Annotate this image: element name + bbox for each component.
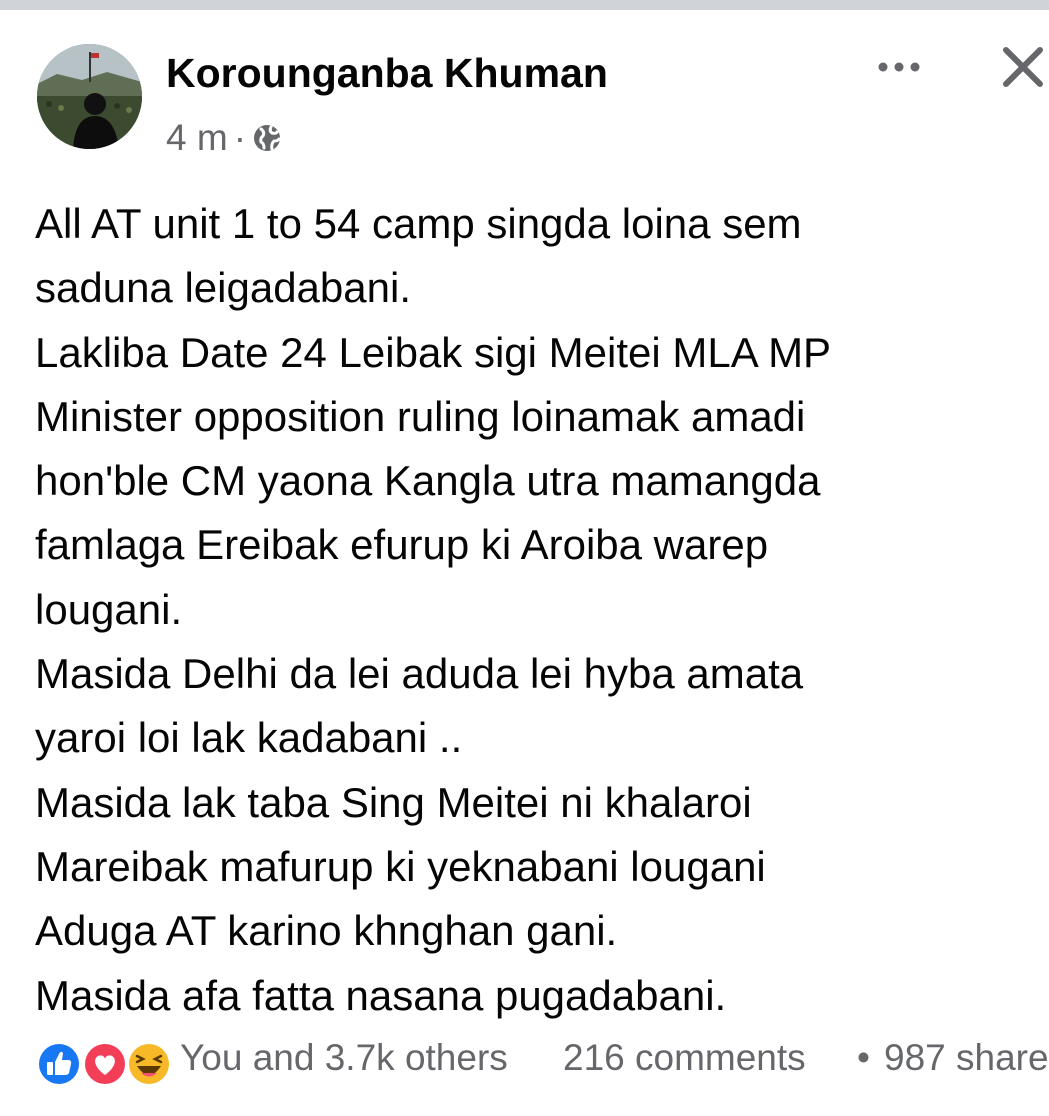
close-button[interactable] xyxy=(1000,44,1046,90)
footer-bullet: • xyxy=(857,1037,870,1078)
post-line: famlaga Ereibak efurup ki Aroiba warep xyxy=(35,521,769,569)
post-line: Minister opposition ruling loinamak amad… xyxy=(35,392,806,440)
ellipsis-icon xyxy=(878,62,920,72)
avatar[interactable] xyxy=(37,44,142,149)
reactors-text[interactable]: You and 3.7k others xyxy=(180,1034,508,1082)
author-name[interactable]: Korounganba Khuman xyxy=(166,50,608,97)
post-time[interactable]: 4 m xyxy=(166,117,228,159)
globe-icon xyxy=(252,123,282,153)
post-line: Masida Delhi da lei aduda lei hyba amata xyxy=(35,650,804,698)
love-icon xyxy=(83,1042,127,1086)
post-line: Mareibak mafurup ki yeknabani lougani xyxy=(35,842,766,890)
post-body: All AT unit 1 to 54 camp singda loina se… xyxy=(35,192,1035,1028)
haha-icon xyxy=(127,1042,171,1086)
reactions-summary[interactable] xyxy=(33,1040,173,1088)
more-options-button[interactable] xyxy=(876,54,922,80)
like-icon xyxy=(37,1042,81,1086)
post-meta: 4 m · xyxy=(166,117,282,159)
comments-count[interactable]: 216 comments xyxy=(563,1034,806,1082)
post-line: Masida lak taba Sing Meitei ni khalaroi xyxy=(35,778,752,826)
post-line: yaroi loi lak kadabani .. xyxy=(35,714,463,762)
close-icon xyxy=(1003,47,1043,87)
top-divider xyxy=(0,0,1049,10)
meta-separator: · xyxy=(233,117,247,158)
post-footer: You and 3.7k others 216 comments • 987 s… xyxy=(0,1030,1049,1094)
post-line: Masida afa fatta nasana pugadabani. xyxy=(35,971,727,1019)
post-line: lougani. xyxy=(35,585,183,633)
post-line: Lakliba Date 24 Leibak sigi Meitei MLA M… xyxy=(35,328,832,376)
post-line: saduna leigadabani. xyxy=(35,264,411,312)
post-line: All AT unit 1 to 54 camp singda loina se… xyxy=(35,200,802,247)
post-line: Aduga AT karino khnghan gani. xyxy=(35,907,618,955)
post-line: hon'ble CM yaona Kangla utra mamangda xyxy=(35,457,821,505)
shares-count[interactable]: 987 shares xyxy=(884,1034,1049,1082)
avatar-image xyxy=(37,44,142,149)
